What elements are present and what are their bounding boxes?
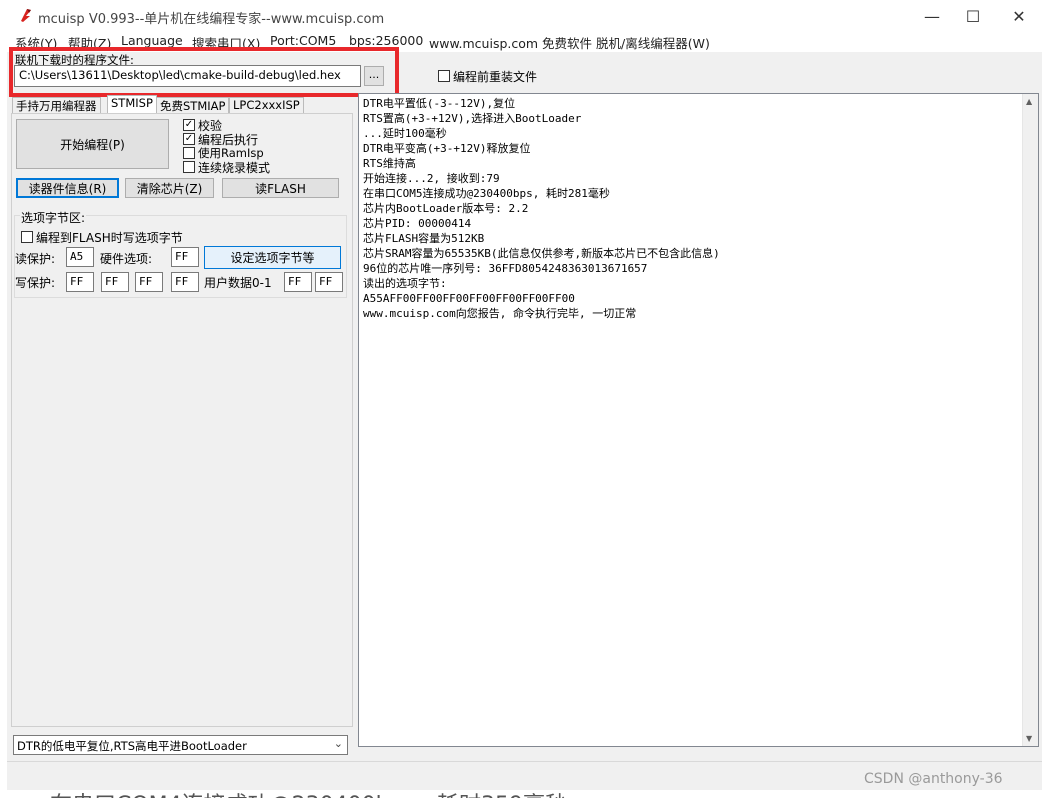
scroll-down-icon[interactable]: ▼ xyxy=(1026,734,1032,743)
tab-stmisp[interactable]: STMISP xyxy=(107,95,157,113)
app-logo-icon xyxy=(18,7,34,23)
minimize-icon: — xyxy=(924,6,940,26)
log-line: 开始连接...2, 接收到:79 xyxy=(363,172,500,185)
write-protect-input-1[interactable]: FF xyxy=(101,272,129,292)
maximize-icon: ☐ xyxy=(965,6,981,26)
log-line: 芯片FLASH容量为512KB xyxy=(363,232,485,245)
window-title: mcuisp V0.993--单片机在线编程专家--www.mcuisp.com xyxy=(38,12,385,27)
close-button[interactable]: ✕ xyxy=(996,0,1042,32)
maximize-button[interactable]: ☐ xyxy=(950,0,996,32)
tab-handheld-programmer[interactable]: 手持万用编程器 xyxy=(12,97,101,113)
stmisp-panel xyxy=(11,113,353,727)
log-line: 读出的选项字节: xyxy=(363,277,447,290)
minimize-button[interactable]: — xyxy=(909,0,955,32)
log-line: RTS置高(+3-+12V),选择进入BootLoader xyxy=(363,112,582,125)
write-protect-input-0[interactable]: FF xyxy=(66,272,94,292)
log-line: ...延时100毫秒 xyxy=(363,127,447,140)
continuous-mode-checkbox[interactable] xyxy=(183,161,195,173)
log-line: RTS维持高 xyxy=(363,157,416,170)
chevron-down-icon[interactable]: ⌄ xyxy=(334,737,343,750)
log-line: DTR电平变高(+3-+12V)释放复位 xyxy=(363,142,531,155)
log-scrollbar[interactable]: ▲ ▼ xyxy=(1022,94,1038,746)
set-option-bytes-button[interactable]: 设定选项字节等 xyxy=(204,246,341,269)
start-program-button[interactable]: 开始编程(P) xyxy=(16,119,169,169)
log-output[interactable]: DTR电平置低(-3--12V),复位 RTS置高(+3-+12V),选择进入Bo… xyxy=(358,93,1039,747)
write-protect-label: 写保护: xyxy=(15,276,56,290)
boot-mode-select[interactable]: DTR的低电平复位,RTS高电平进BootLoader ⌄ xyxy=(13,735,348,755)
background-window-text: 在串口COM4连接成功@230400bps，耗时359毫秒 xyxy=(50,787,750,798)
log-line: www.mcuisp.com向您报告, 命令执行完毕, 一切正常 xyxy=(363,307,637,320)
menu-website[interactable]: www.mcuisp.com 免费软件 脱机/离线编程器(W) xyxy=(429,33,710,52)
log-line: DTR电平置低(-3--12V),复位 xyxy=(363,97,516,110)
run-after-program-checkbox[interactable]: ✓ xyxy=(183,133,195,145)
reload-before-program-label: 编程前重装文件 xyxy=(453,70,538,84)
read-protect-input[interactable]: A5 xyxy=(66,247,94,267)
tab-lpc2xxxisp[interactable]: LPC2xxxISP xyxy=(229,97,304,113)
log-line: 芯片PID: 00000414 xyxy=(363,217,472,230)
write-protect-input-2[interactable]: FF xyxy=(135,272,163,292)
hw-option-label: 硬件选项: xyxy=(100,252,153,266)
continuous-mode-label: 连续烧录模式 xyxy=(198,161,271,175)
reload-before-program-checkbox[interactable] xyxy=(438,70,450,82)
menu-port[interactable]: Port:COM5 xyxy=(270,33,336,48)
read-flash-button[interactable]: 读FLASH xyxy=(222,178,339,198)
hw-option-input[interactable]: FF xyxy=(171,247,199,267)
log-line: A55AFF00FF00FF00FF00FF00FF00FF00 xyxy=(363,292,575,305)
user-data-label: 用户数据0-1 xyxy=(204,276,272,290)
tab-free-stmiap[interactable]: 免费STMIAP xyxy=(156,97,230,113)
erase-chip-button[interactable]: 清除芯片(Z) xyxy=(125,178,214,198)
highlight-box xyxy=(9,47,399,97)
user-data-input-0[interactable]: FF xyxy=(284,272,312,292)
log-lines: DTR电平置低(-3--12V),复位 RTS置高(+3-+12V),选择进入Bo… xyxy=(363,96,720,321)
log-line: 芯片SRAM容量为65535KB(此信息仅供参考,新版本芯片已不包含此信息) xyxy=(363,247,720,260)
boot-mode-value: DTR的低电平复位,RTS高电平进BootLoader xyxy=(17,739,247,753)
write-option-bytes-label: 编程到FLASH时写选项字节 xyxy=(36,231,183,245)
title-bar: mcuisp V0.993--单片机在线编程专家--www.mcuisp.com… xyxy=(0,0,1049,32)
log-line: 在串口COM5连接成功@230400bps, 耗时281毫秒 xyxy=(363,187,610,200)
watermark: CSDN @anthony-36 xyxy=(864,771,1003,787)
read-protect-label: 读保护: xyxy=(15,252,56,266)
log-line: 芯片内BootLoader版本号: 2.2 xyxy=(363,202,529,215)
menu-bps[interactable]: bps:256000 xyxy=(349,33,423,48)
write-option-bytes-checkbox[interactable] xyxy=(21,231,33,243)
write-protect-input-3[interactable]: FF xyxy=(171,272,199,292)
read-device-info-button[interactable]: 读器件信息(R) xyxy=(16,178,119,198)
log-line: 96位的芯片唯一序列号: 36FFD8054248363013671657 xyxy=(363,262,648,275)
verify-checkbox[interactable]: ✓ xyxy=(183,119,195,131)
scroll-up-icon[interactable]: ▲ xyxy=(1026,97,1032,106)
user-data-input-1[interactable]: FF xyxy=(315,272,343,292)
use-ramisp-checkbox[interactable] xyxy=(183,147,195,159)
close-icon: ✕ xyxy=(1012,6,1026,26)
menu-language[interactable]: Language xyxy=(121,33,183,48)
option-bytes-label: 选项字节区: xyxy=(20,209,87,226)
